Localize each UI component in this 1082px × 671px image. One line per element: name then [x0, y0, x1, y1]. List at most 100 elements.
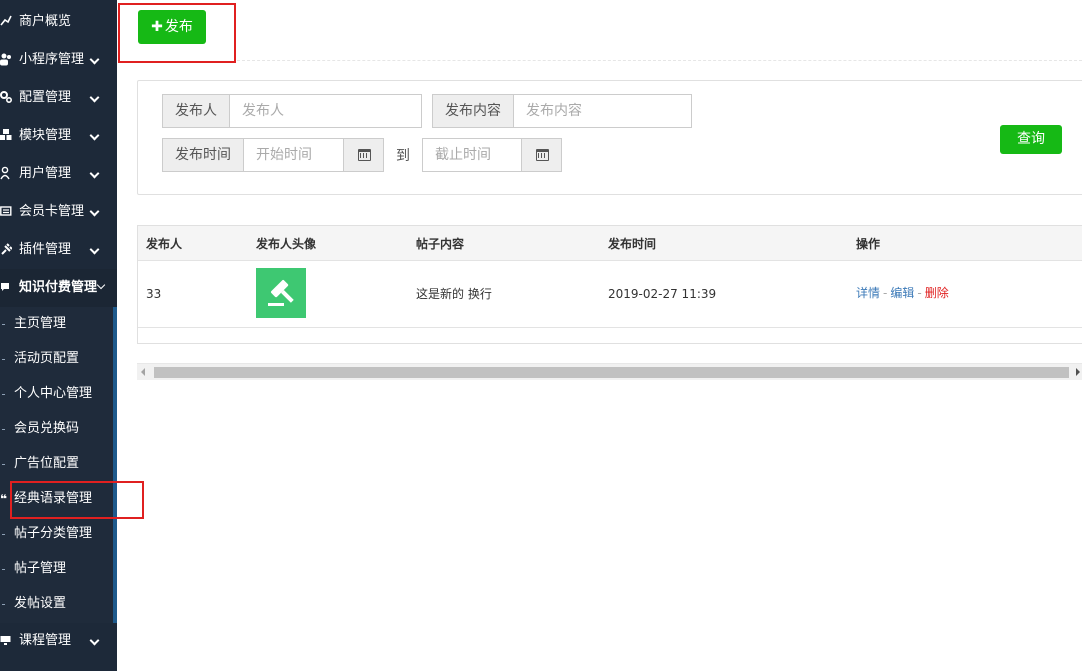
sidebar-item-label: 用户管理 — [19, 166, 72, 181]
chevron-down-icon — [89, 92, 100, 103]
sidebar-item-config[interactable]: 配置管理 — [0, 79, 117, 117]
sidebar-item-knowledge-pay[interactable]: 知识付费管理 — [0, 269, 117, 307]
scrollbar-thumb[interactable] — [154, 367, 1069, 378]
submenu-item-label: 帖子管理 — [14, 561, 67, 576]
publish-button[interactable]: ✚ 发布 — [138, 10, 206, 44]
cogs-icon — [0, 90, 14, 106]
cell-content: 这是新的 换行 — [416, 287, 492, 301]
end-calendar-button[interactable] — [521, 138, 562, 172]
end-time-input[interactable] — [422, 138, 522, 172]
sidebar-submenu: 主页管理 活动页配置 个人中心管理 会员兑换码 广告位配置 ❝ 经典语录管理 帖… — [0, 307, 117, 623]
sidebar: 商户概览 小程序管理 配置管理 模块管理 用户管理 会员卡管理 插件管理 知识付… — [0, 0, 117, 671]
bullet-icon — [2, 429, 5, 430]
sidebar-item-modules[interactable]: 模块管理 — [0, 117, 117, 155]
submenu-item-post-settings[interactable]: 发帖设置 — [0, 587, 113, 622]
sidebar-item-label: 小程序管理 — [19, 52, 85, 67]
detail-link[interactable]: 详情 — [856, 286, 880, 300]
sidebar-item-label: 会员卡管理 — [19, 204, 85, 219]
posts-table: 发布人 发布人头像 帖子内容 发布时间 操作 33 这是新的 换行 2019-0… — [137, 225, 1082, 344]
submenu-item-posts[interactable]: 帖子管理 — [0, 552, 113, 587]
submenu-item-post-category[interactable]: 帖子分类管理 — [0, 517, 113, 552]
delete-link[interactable]: 删除 — [925, 286, 949, 300]
action-separator: - — [883, 286, 888, 300]
calendar-icon — [535, 149, 549, 161]
submenu-item-quotes[interactable]: ❝ 经典语录管理 — [0, 482, 113, 517]
sidebar-item-miniprogram[interactable]: 小程序管理 — [0, 41, 117, 79]
table-header: 发布人 发布人头像 帖子内容 发布时间 操作 — [138, 226, 1082, 261]
chevron-down-icon — [96, 280, 106, 290]
to-label: 到 — [396, 148, 410, 164]
bullet-icon — [2, 534, 5, 535]
sidebar-item-plugins[interactable]: 插件管理 — [0, 231, 117, 269]
query-button[interactable]: 查询 — [1000, 125, 1062, 154]
chevron-down-icon — [89, 168, 100, 179]
action-separator: - — [917, 286, 922, 300]
publisher-label: 发布人 — [162, 94, 230, 128]
sidebar-item-label: 插件管理 — [19, 242, 72, 257]
horizontal-scrollbar[interactable] — [137, 363, 1082, 380]
sidebar-item-users[interactable]: 用户管理 — [0, 155, 117, 193]
sidebar-item-merchant-overview[interactable]: 商户概览 — [0, 3, 117, 41]
column-header-content: 帖子内容 — [416, 237, 465, 251]
submenu-item-redeem[interactable]: 会员兑换码 — [0, 412, 113, 447]
submenu-item-label: 广告位配置 — [14, 456, 80, 471]
sidebar-item-label: 配置管理 — [19, 90, 72, 105]
submenu-item-label: 活动页配置 — [14, 351, 80, 366]
bullet-icon — [2, 324, 5, 325]
submenu-item-label: 发帖设置 — [14, 596, 67, 611]
submenu-item-home[interactable]: 主页管理 — [0, 307, 113, 342]
submenu-item-label: 经典语录管理 — [14, 491, 93, 506]
avatar — [256, 268, 306, 318]
comments-icon — [0, 280, 14, 296]
submenu-item-label: 主页管理 — [14, 316, 67, 331]
edit-link[interactable]: 编辑 — [890, 286, 914, 300]
chevron-down-icon — [89, 635, 100, 646]
column-header-publisher: 发布人 — [146, 237, 183, 251]
bullet-icon — [2, 394, 5, 395]
quote-icon: ❝ — [0, 492, 8, 506]
bullet-icon — [2, 569, 5, 570]
chevron-down-icon — [89, 130, 100, 141]
table-row: 33 这是新的 换行 2019-02-27 11:39 详情 - 编辑 - 删除 — [138, 261, 1082, 328]
sidebar-item-member-card[interactable]: 会员卡管理 — [0, 193, 117, 231]
bullet-icon — [2, 359, 5, 360]
cell-time: 2019-02-27 11:39 — [608, 287, 717, 301]
scroll-left-icon[interactable] — [141, 368, 145, 376]
app-root: 商户概览 小程序管理 配置管理 模块管理 用户管理 会员卡管理 插件管理 知识付… — [0, 0, 1082, 671]
submenu-item-label: 个人中心管理 — [14, 386, 93, 401]
scroll-right-icon[interactable] — [1076, 368, 1080, 376]
cell-actions: 详情 - 编辑 - 删除 — [856, 285, 949, 301]
sidebar-item-label: 知识付费管理 — [19, 280, 98, 295]
sidebar-item-courses[interactable]: 课程管理 — [0, 622, 117, 660]
user-icon — [0, 166, 14, 182]
submenu-item-label: 会员兑换码 — [14, 421, 80, 436]
start-time-input[interactable] — [243, 138, 344, 172]
submenu-item-ads[interactable]: 广告位配置 — [0, 447, 113, 482]
publish-button-label: 发布 — [164, 19, 193, 35]
submenu-item-label: 帖子分类管理 — [14, 526, 93, 541]
submenu-item-profile[interactable]: 个人中心管理 — [0, 377, 113, 412]
sidebar-item-label: 课程管理 — [19, 633, 72, 648]
start-calendar-button[interactable] — [343, 138, 384, 172]
plug-icon — [0, 242, 14, 258]
column-header-time: 发布时间 — [608, 237, 657, 251]
chevron-down-icon — [89, 206, 100, 217]
desktop-icon — [0, 633, 14, 649]
plus-icon: ✚ — [151, 19, 163, 35]
card-icon — [0, 204, 14, 220]
submenu-indicator — [113, 307, 117, 623]
bullet-icon — [2, 604, 5, 605]
submenu-item-activity[interactable]: 活动页配置 — [0, 342, 113, 377]
calendar-icon — [357, 149, 371, 161]
sidebar-item-label: 模块管理 — [19, 128, 72, 143]
column-header-avatar: 发布人头像 — [256, 237, 317, 251]
chevron-down-icon — [89, 54, 100, 65]
content-input[interactable] — [513, 94, 692, 128]
toolbar-divider — [237, 60, 1082, 61]
cubes-icon — [0, 128, 14, 144]
users-icon — [0, 52, 14, 68]
gavel-icon — [268, 280, 294, 306]
bullet-icon — [2, 464, 5, 465]
publish-time-label: 发布时间 — [162, 138, 244, 172]
publisher-input[interactable] — [229, 94, 422, 128]
